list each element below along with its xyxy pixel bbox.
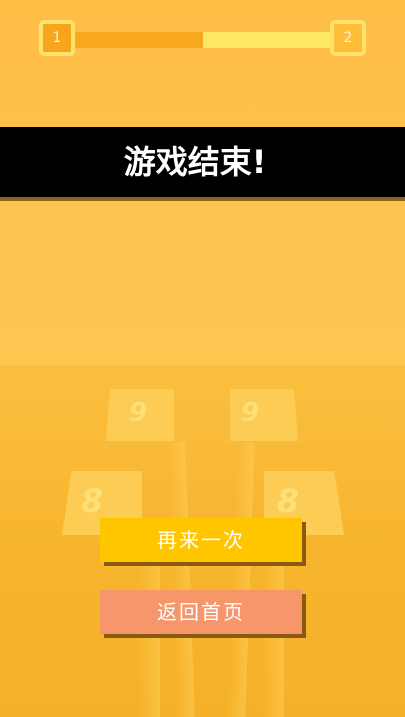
tile-label: 9 bbox=[128, 398, 148, 428]
play-again-button[interactable]: 再来一次 bbox=[100, 518, 302, 562]
progress-fill bbox=[75, 32, 203, 48]
game-over-banner: 游戏结束! bbox=[0, 127, 405, 197]
game-over-title: 游戏结束! bbox=[123, 143, 267, 181]
tile-label: 8 bbox=[80, 482, 104, 520]
next-level-badge: 2 bbox=[330, 20, 366, 56]
back-home-button[interactable]: 返回首页 bbox=[100, 590, 302, 634]
progress-track bbox=[75, 32, 330, 48]
level-progress: 1 2 bbox=[0, 0, 405, 80]
current-level-badge: 1 bbox=[39, 20, 75, 56]
tile-label: 9 bbox=[240, 398, 260, 428]
tile-label: 8 bbox=[276, 482, 300, 520]
